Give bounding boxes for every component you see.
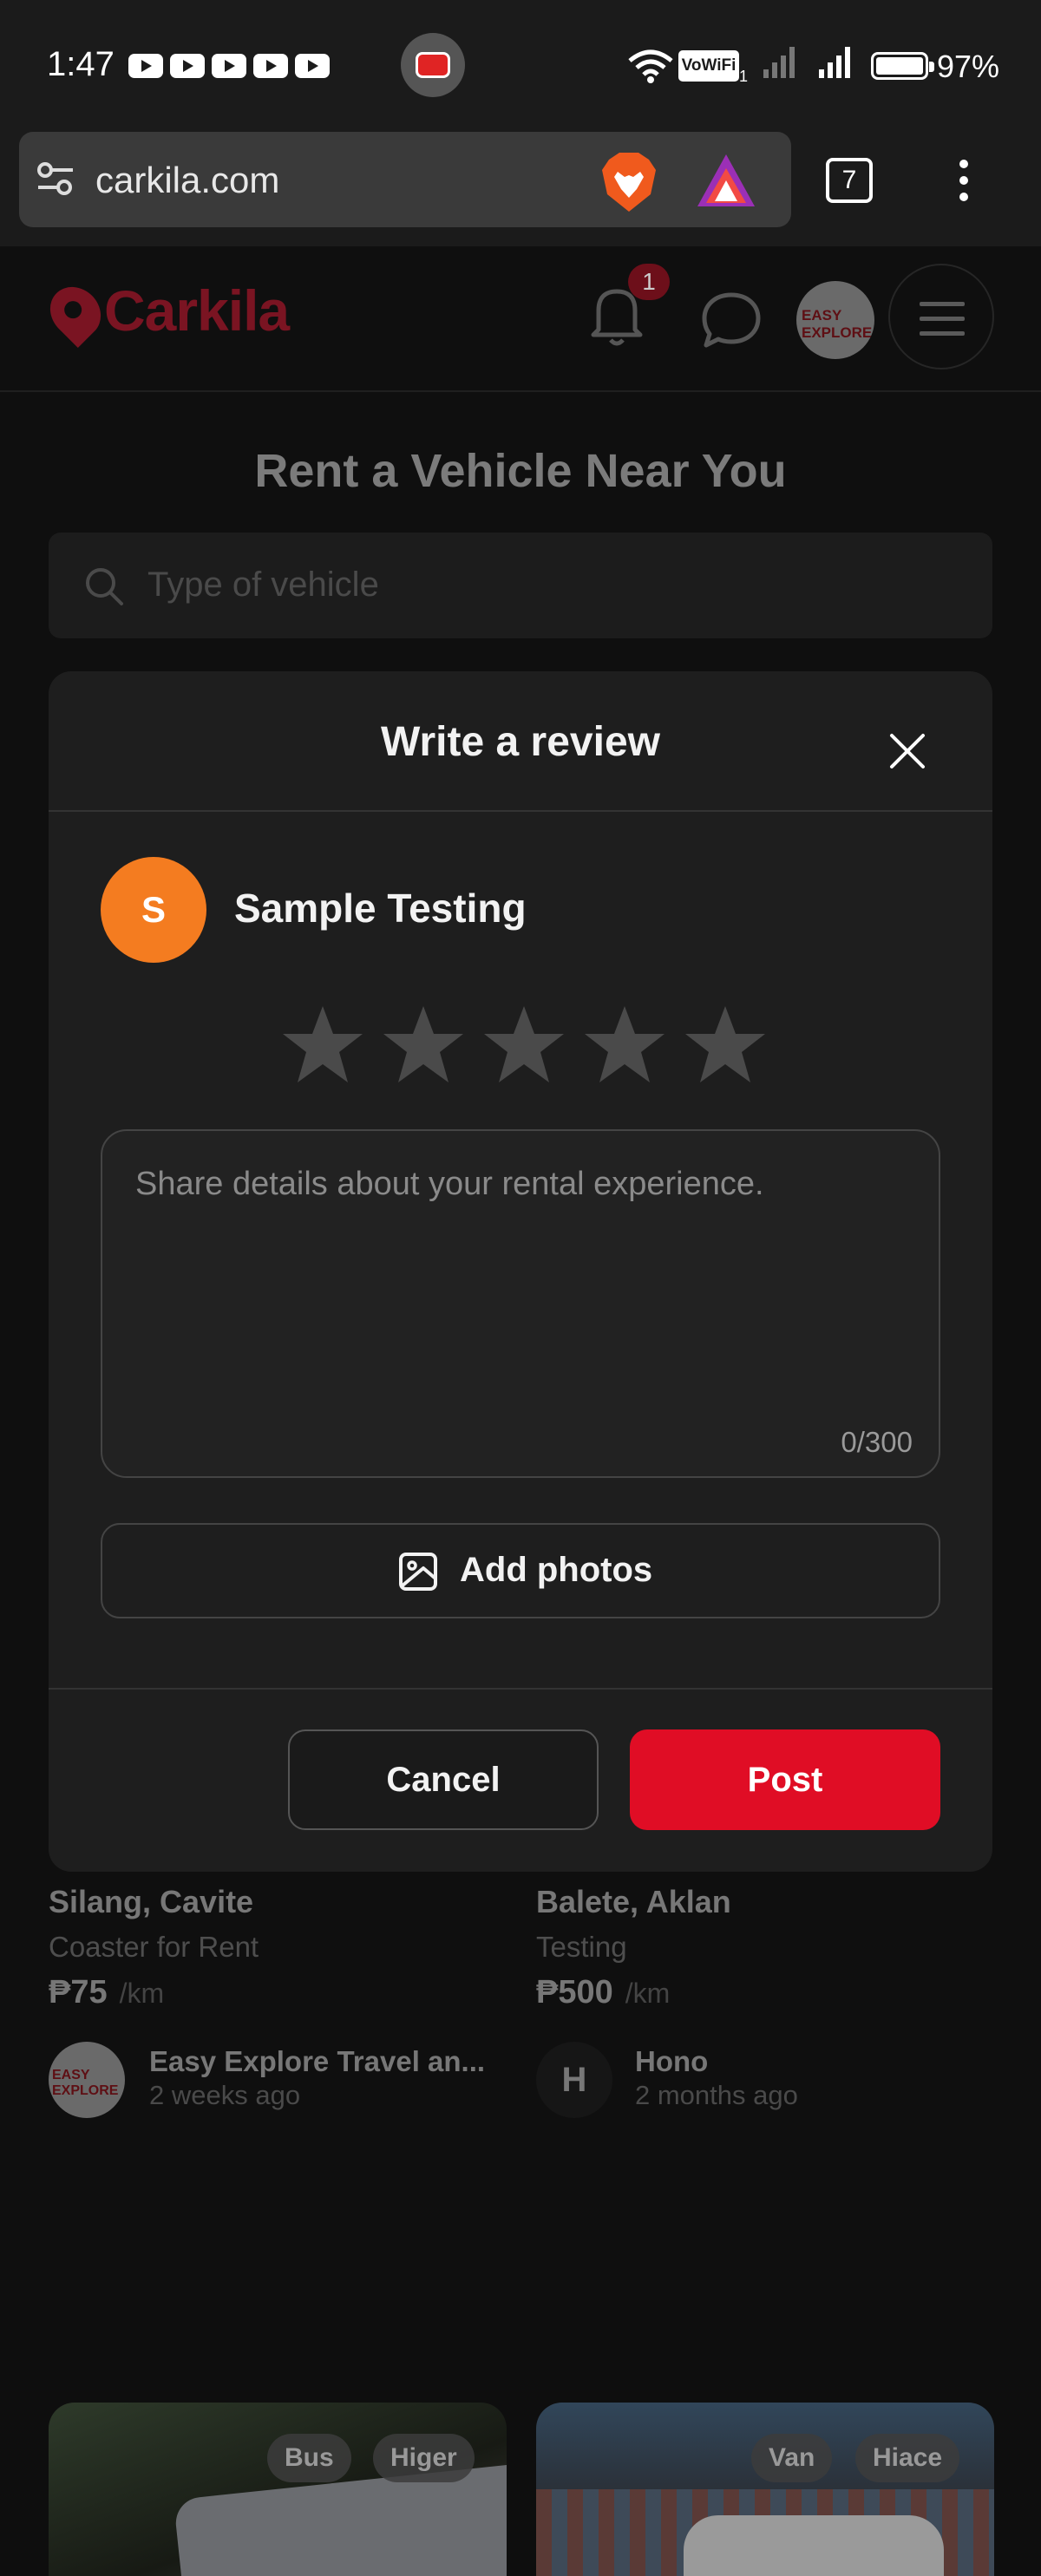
status-bar: 1:47 VoWiFi 1 97% — [0, 0, 1041, 128]
write-review-modal: Write a review S Sample Testing Share de… — [49, 671, 992, 1872]
star-icon[interactable] — [481, 1001, 567, 1088]
carkila-logo[interactable]: Carkila — [39, 276, 290, 349]
youtube-notification-icon — [212, 54, 246, 78]
owner-avatar: H — [536, 2042, 612, 2118]
profile-avatar[interactable]: EASY EXPLORE — [796, 281, 874, 359]
price-unit: /km — [625, 1978, 671, 2009]
chat-icon[interactable] — [701, 291, 762, 349]
close-icon[interactable] — [885, 729, 930, 774]
search-icon — [86, 568, 123, 605]
price-unit: /km — [119, 1978, 165, 2009]
van-shape — [684, 2515, 944, 2576]
brand-name: Carkila — [104, 278, 290, 343]
sim-number: 1 — [739, 68, 749, 85]
pin-icon — [39, 276, 112, 349]
youtube-bubble-icon[interactable] — [401, 33, 465, 97]
listing-price: ₱75/km — [49, 1974, 165, 2010]
wifi-icon — [628, 49, 673, 83]
listing-tag: Bus — [267, 2434, 351, 2482]
tab-switcher-button[interactable]: 7 — [826, 158, 873, 203]
site-settings-icon[interactable] — [36, 161, 75, 196]
owner-name: Easy Explore Travel an... — [149, 2045, 486, 2077]
star-icon[interactable] — [581, 1001, 668, 1088]
listing-price: ₱500/km — [536, 1974, 671, 2010]
listing-age: 2 months ago — [635, 2080, 798, 2110]
youtube-notification-icon — [253, 54, 288, 78]
listing-location: Silang, Cavite — [49, 1884, 254, 1919]
brave-rewards-icon[interactable] — [696, 153, 756, 208]
listing-subtitle: Testing — [536, 1931, 627, 1963]
listing-location: Balete, Aklan — [536, 1884, 731, 1919]
youtube-notification-icon — [170, 54, 205, 78]
site-header: Carkila 1 EASY EXPLORE — [0, 246, 1041, 392]
star-icon[interactable] — [682, 1001, 769, 1088]
listing-photo[interactable]: Van Hiace — [536, 2403, 994, 2576]
avatar-logo-text: EASY EXPLORE — [802, 307, 873, 341]
owner-avatar: EASY EXPLORE — [49, 2042, 125, 2118]
search-placeholder: Type of vehicle — [147, 566, 379, 604]
url-text[interactable]: carkila.com — [95, 160, 279, 201]
listing-tag: Higer — [373, 2434, 475, 2482]
youtube-notification-icon — [128, 54, 163, 78]
hero-title: Rent a Vehicle Near You — [254, 445, 787, 497]
review-textarea[interactable]: Share details about your rental experien… — [101, 1129, 940, 1478]
brave-shields-icon[interactable] — [599, 151, 659, 213]
signal-sim2-icon — [819, 47, 854, 78]
browser-toolbar: carkila.com 7 — [0, 128, 1041, 246]
battery-icon — [871, 52, 934, 80]
listing-tag: Van — [751, 2434, 833, 2482]
owner-avatar-text: EASY EXPLORE — [52, 2068, 119, 2098]
modal-header-divider — [49, 810, 992, 812]
browser-menu-icon[interactable] — [951, 160, 977, 208]
star-icon[interactable] — [380, 1001, 467, 1088]
modal-title: Write a review — [381, 719, 660, 765]
add-photos-label: Add photos — [460, 1551, 653, 1589]
cancel-button[interactable]: Cancel — [288, 1729, 599, 1830]
star-icon[interactable] — [279, 1001, 366, 1088]
image-icon — [399, 1553, 437, 1591]
listing-age: 2 weeks ago — [149, 2080, 301, 2110]
notification-badge: 1 — [628, 264, 670, 300]
vowifi-icon: VoWiFi — [678, 50, 739, 82]
vehicle-search-input[interactable]: Type of vehicle — [49, 533, 992, 638]
owner-name: Hono — [635, 2045, 709, 2077]
add-photos-button[interactable]: Add photos — [101, 1523, 940, 1618]
character-counter: 0/300 — [841, 1426, 913, 1458]
star-rating[interactable] — [279, 1001, 765, 1096]
modal-footer-divider — [49, 1688, 992, 1690]
hamburger-menu-button[interactable] — [888, 264, 994, 369]
battery-percent: 97% — [937, 49, 1000, 84]
address-bar[interactable]: carkila.com — [19, 132, 791, 227]
signal-sim1-icon — [763, 47, 798, 78]
listing-tag: Hiace — [855, 2434, 960, 2482]
user-name: Sample Testing — [234, 886, 527, 931]
youtube-notification-icon — [295, 54, 330, 78]
listing-subtitle: Coaster for Rent — [49, 1931, 259, 1963]
review-placeholder: Share details about your rental experien… — [135, 1166, 764, 1202]
listing-photo[interactable]: Bus Higer — [49, 2403, 507, 2576]
status-time: 1:47 — [47, 45, 115, 83]
user-avatar: S — [101, 857, 206, 963]
post-button[interactable]: Post — [630, 1729, 940, 1830]
